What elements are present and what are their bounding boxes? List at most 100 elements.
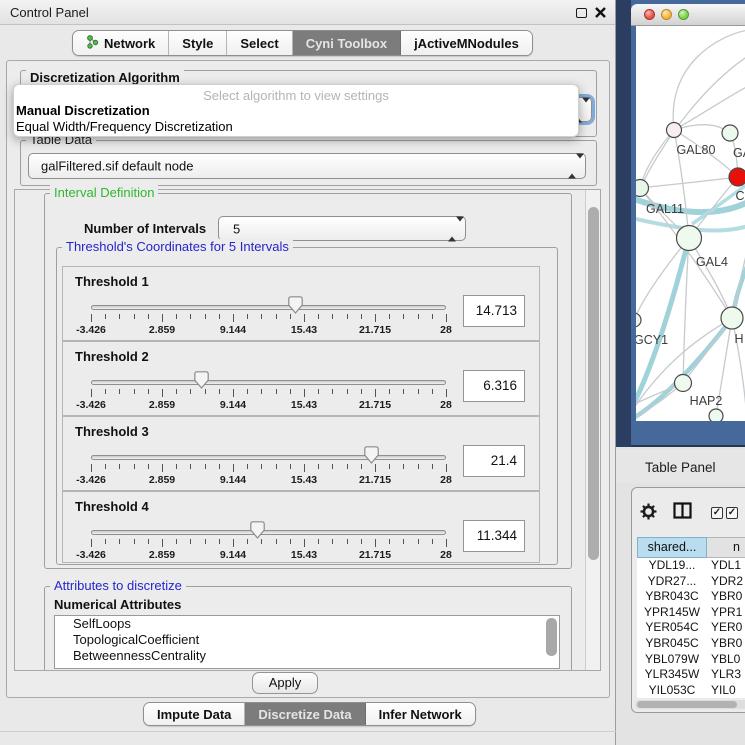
- cell-shared-name[interactable]: YBR043C: [637, 589, 707, 605]
- apply-button[interactable]: Apply: [252, 672, 318, 694]
- table-row[interactable]: YBL079WYBL0: [637, 652, 745, 668]
- tick-mark: [176, 539, 177, 544]
- split-columns-icon[interactable]: [673, 502, 692, 524]
- cell-name[interactable]: YBR0: [707, 636, 745, 652]
- list-item[interactable]: SelfLoops: [55, 616, 559, 632]
- column-header-shared-name[interactable]: shared...: [637, 537, 707, 558]
- tab-discretize-data[interactable]: Discretize Data: [245, 703, 365, 725]
- threshold-3-value-field[interactable]: 21.4: [463, 445, 525, 477]
- tab-cyni-toolbox[interactable]: Cyni Toolbox: [293, 31, 401, 55]
- threshold-4-slider[interactable]: -3.4262.8599.14415.4321.71528: [91, 492, 446, 562]
- cell-name[interactable]: YDL1: [707, 558, 745, 574]
- tab-impute-data[interactable]: Impute Data: [144, 703, 245, 725]
- cell-shared-name[interactable]: YDR27...: [637, 574, 707, 590]
- tick-mark: [148, 314, 149, 319]
- threshold-2-slider[interactable]: -3.4262.8599.14415.4321.71528: [91, 342, 446, 415]
- cell-name[interactable]: YLR3: [707, 667, 745, 683]
- table-row[interactable]: YDR27...YDR2: [637, 574, 745, 590]
- cell-shared-name[interactable]: YDL19...: [637, 558, 707, 574]
- network-node[interactable]: [721, 307, 743, 329]
- network-node[interactable]: [709, 409, 723, 421]
- table-row[interactable]: YBR045CYBR0: [637, 636, 745, 652]
- threshold-4-panel: Threshold 4 -3.4262.8599.14415.4321.7152…: [62, 491, 540, 563]
- tick-label: 21.715: [359, 324, 391, 336]
- threshold-4-value-field[interactable]: 11.344: [463, 520, 525, 552]
- tick-mark: [318, 389, 319, 394]
- close-icon[interactable]: [594, 6, 607, 19]
- checkbox-checked-icon[interactable]: ✓: [726, 507, 738, 519]
- cell-name[interactable]: YDR2: [707, 574, 745, 590]
- tick-mark: [190, 539, 191, 544]
- checkbox-checked-icon[interactable]: ✓: [711, 507, 723, 519]
- network-window-titlebar[interactable]: [631, 4, 745, 26]
- cell-name[interactable]: YBR0: [707, 589, 745, 605]
- tab-style[interactable]: Style: [169, 31, 227, 55]
- tick-mark: [290, 539, 291, 544]
- tick-mark: [347, 314, 348, 319]
- column-header-name[interactable]: n: [707, 537, 745, 558]
- list-item[interactable]: BetweennessCentrality: [55, 648, 559, 664]
- slider-thumb[interactable]: [288, 296, 303, 314]
- mac-minimize-icon[interactable]: [661, 9, 672, 20]
- cell-name[interactable]: YPR1: [707, 605, 745, 621]
- table-row[interactable]: YBR043CYBR0: [637, 589, 745, 605]
- network-node[interactable]: [729, 168, 745, 186]
- threshold-3-slider[interactable]: -3.4262.8599.14415.4321.71528: [91, 417, 446, 490]
- list-scrollbar-thumb[interactable]: [546, 618, 557, 656]
- network-node[interactable]: [636, 180, 649, 197]
- slider-thumb[interactable]: [194, 371, 209, 389]
- cell-shared-name[interactable]: YLR345W: [637, 667, 707, 683]
- cell-shared-name[interactable]: YBR045C: [637, 636, 707, 652]
- cell-shared-name[interactable]: YPR145W: [637, 605, 707, 621]
- mac-close-icon[interactable]: [644, 9, 655, 20]
- table-row[interactable]: YDL19...YDL1: [637, 558, 745, 574]
- tick-mark: [205, 314, 206, 319]
- number-of-intervals-spinner[interactable]: 5: [218, 216, 466, 241]
- tab-jactivemnodules[interactable]: jActiveMNodules: [401, 31, 532, 55]
- cell-shared-name[interactable]: YER054C: [637, 620, 707, 636]
- numerical-attributes-list[interactable]: SelfLoopsTopologicalCoefficientBetweenne…: [54, 615, 560, 669]
- tab-infer-network[interactable]: Infer Network: [366, 703, 475, 725]
- tick-mark: [375, 539, 376, 547]
- slider-thumb[interactable]: [364, 446, 379, 464]
- vertical-scrollbar-thumb[interactable]: [588, 207, 599, 560]
- control-panel-window: Control Panel Network Styl: [0, 0, 616, 745]
- mac-zoom-icon[interactable]: [678, 9, 689, 20]
- tick-mark: [190, 314, 191, 319]
- network-node[interactable]: [677, 226, 702, 251]
- network-node[interactable]: [636, 313, 641, 327]
- network-node[interactable]: [667, 123, 682, 138]
- vertical-scrollbar[interactable]: [585, 190, 600, 670]
- table-row[interactable]: YIL053CYIL0: [637, 683, 745, 699]
- horizontal-scrollbar-thumb[interactable]: [637, 701, 737, 708]
- tab-network[interactable]: Network: [73, 31, 169, 55]
- cell-shared-name[interactable]: YIL053C: [637, 683, 707, 699]
- float-window-icon[interactable]: [576, 8, 587, 18]
- network-node[interactable]: [722, 125, 738, 141]
- horizontal-scrollbar[interactable]: [635, 700, 745, 709]
- tick-mark: [432, 539, 433, 544]
- table-row[interactable]: YLR345WYLR3: [637, 667, 745, 683]
- cell-name[interactable]: YER0: [707, 620, 745, 636]
- list-item[interactable]: TopologicalCoefficient: [55, 632, 559, 648]
- slider-track[interactable]: [91, 455, 446, 460]
- slider-track[interactable]: [91, 380, 446, 385]
- table-row[interactable]: YPR145WYPR1: [637, 605, 745, 621]
- tab-select[interactable]: Select: [227, 31, 292, 55]
- network-node[interactable]: [675, 375, 692, 392]
- table-data-combobox[interactable]: galFiltered.sif default node: [28, 153, 586, 179]
- gear-icon[interactable]: [640, 503, 657, 525]
- cell-shared-name[interactable]: YBL079W: [637, 652, 707, 668]
- slider-track[interactable]: [91, 530, 446, 535]
- cell-name[interactable]: YBL0: [707, 652, 745, 668]
- threshold-2-value-field[interactable]: 6.316: [463, 370, 525, 402]
- cell-name[interactable]: YIL0: [707, 683, 745, 699]
- algorithm-option-manual[interactable]: Manual Discretization: [14, 103, 578, 119]
- network-canvas[interactable]: GAL80GACGAL11GAL4GCY1HHAP2: [636, 26, 745, 421]
- table-row[interactable]: YER054CYER0: [637, 620, 745, 636]
- slider-thumb[interactable]: [250, 521, 265, 539]
- threshold-1-slider[interactable]: -3.4262.8599.14415.4321.71528: [91, 267, 446, 340]
- slider-track[interactable]: [91, 305, 446, 310]
- threshold-1-value-field[interactable]: 14.713: [463, 295, 525, 327]
- algorithm-option-equal-width[interactable]: Equal Width/Frequency Discretization: [14, 119, 578, 135]
